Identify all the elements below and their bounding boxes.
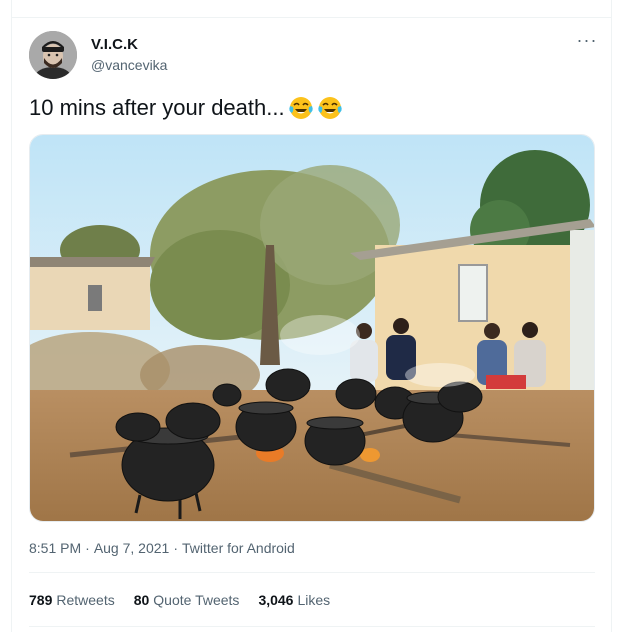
retweets-stat[interactable]: 789 Retweets bbox=[29, 592, 115, 608]
meta-separator: · bbox=[85, 540, 90, 556]
tweet-time[interactable]: 8:51 PM bbox=[29, 540, 81, 556]
avatar[interactable] bbox=[29, 31, 77, 79]
user-handle[interactable]: @vancevika bbox=[91, 57, 167, 73]
avatar-photo bbox=[29, 31, 77, 79]
retweets-label: Retweets bbox=[56, 592, 115, 608]
tweet-text: 10 mins after your death... bbox=[29, 95, 285, 120]
tweet-text-row: 10 mins after your death... bbox=[29, 95, 343, 121]
tweet-photo[interactable] bbox=[29, 134, 595, 522]
divider bbox=[29, 572, 595, 573]
tweet-source[interactable]: Twitter for Android bbox=[182, 540, 295, 556]
display-name[interactable]: V.I.C.K bbox=[91, 36, 138, 53]
meta-separator: · bbox=[173, 540, 178, 556]
likes-label: Likes bbox=[297, 592, 331, 608]
top-divider bbox=[11, 17, 612, 18]
tweet-date[interactable]: Aug 7, 2021 bbox=[94, 540, 170, 556]
tweet-meta: 8:51 PM · Aug 7, 2021 · Twitter for Andr… bbox=[29, 540, 295, 556]
tweet-stats: 789 Retweets 80 Quote Tweets 3,046 Likes bbox=[29, 592, 330, 608]
quote-tweets-stat[interactable]: 80 Quote Tweets bbox=[134, 592, 240, 608]
retweets-count: 789 bbox=[29, 592, 53, 608]
face-with-tears-of-joy-icon bbox=[317, 97, 342, 119]
quote-tweets-count: 80 bbox=[133, 592, 150, 608]
quote-tweets-label: Quote Tweets bbox=[153, 592, 240, 608]
divider bbox=[29, 626, 595, 627]
more-options-icon[interactable]: ··· bbox=[574, 31, 600, 53]
photo-cooking-pots-scene bbox=[30, 135, 594, 521]
likes-stat[interactable]: 3,046 Likes bbox=[258, 592, 330, 608]
face-with-tears-of-joy-icon bbox=[288, 97, 313, 119]
likes-count: 3,046 bbox=[258, 592, 294, 608]
